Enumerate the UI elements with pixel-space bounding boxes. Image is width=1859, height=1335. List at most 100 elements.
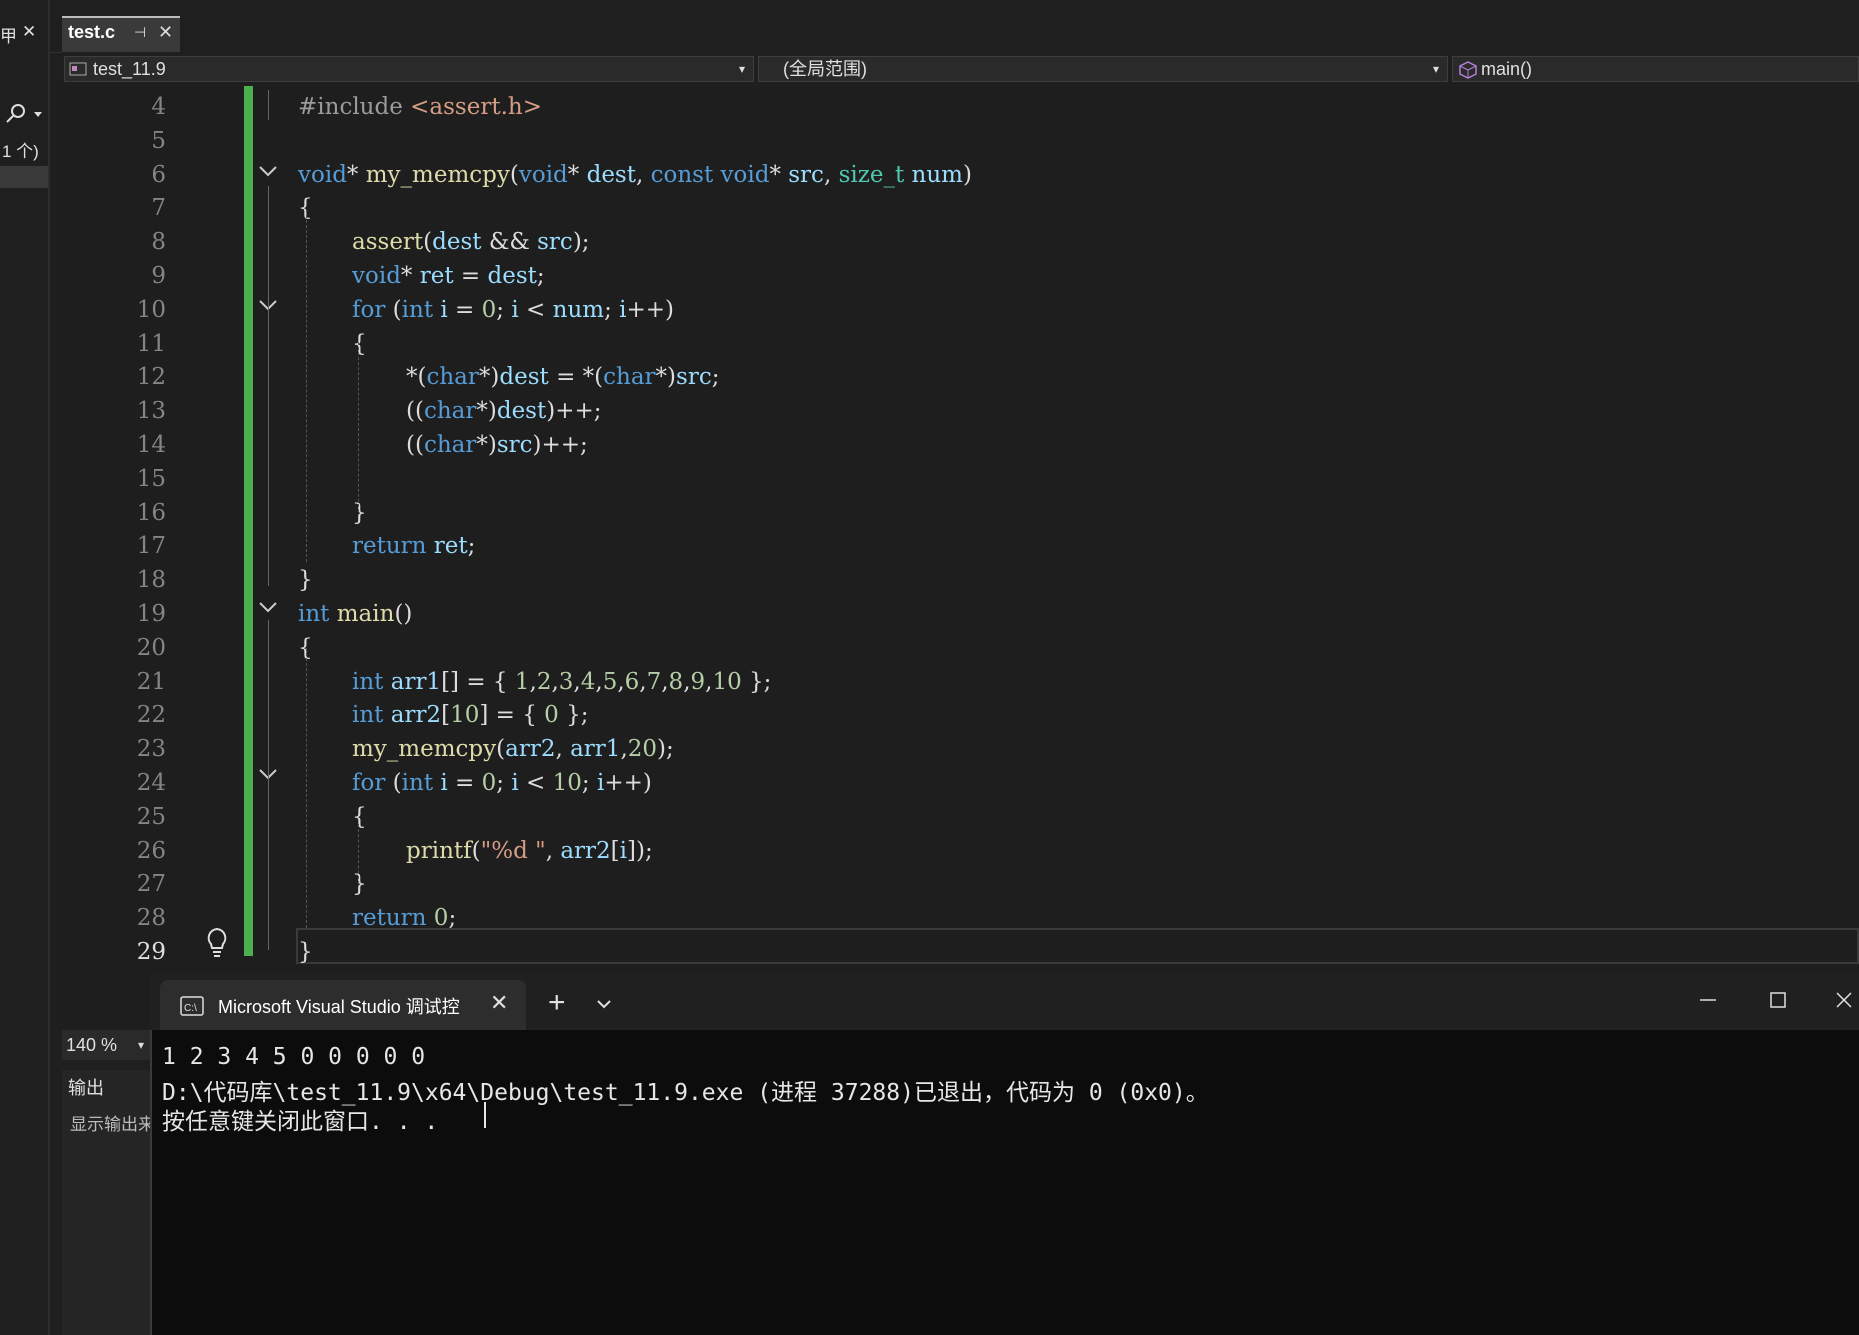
code-line[interactable]: ((char*)dest)++; bbox=[406, 398, 602, 424]
code-line[interactable]: { bbox=[352, 804, 367, 830]
line-number: 20 bbox=[136, 634, 166, 661]
line-number: 28 bbox=[136, 905, 166, 932]
document-tab-bar bbox=[50, 0, 1859, 53]
line-number: 8 bbox=[151, 229, 166, 256]
code-line[interactable]: int main() bbox=[298, 601, 412, 627]
line-number: 22 bbox=[136, 702, 166, 729]
project-icon bbox=[69, 62, 87, 76]
console-title: Microsoft Visual Studio 调试控 bbox=[218, 997, 460, 1017]
member-label: main() bbox=[1481, 59, 1533, 79]
chevron-down-icon: ▾ bbox=[138, 1038, 145, 1052]
output-tab[interactable]: 输出 bbox=[68, 1074, 104, 1100]
pin-icon[interactable]: ⊣ bbox=[134, 24, 146, 41]
tab-test-c[interactable]: test.c ⊣ ✕ bbox=[62, 16, 180, 52]
svg-text:C:\: C:\ bbox=[184, 1003, 197, 1014]
console-line: 按任意键关闭此窗口. . . bbox=[162, 1109, 439, 1135]
text-caret bbox=[484, 1102, 486, 1128]
close-icon[interactable]: ✕ bbox=[22, 22, 36, 42]
code-line[interactable]: return 0; bbox=[352, 905, 456, 931]
line-number: 24 bbox=[136, 770, 166, 796]
code-line[interactable]: ((char*)src)++; bbox=[406, 432, 588, 458]
scope-label: (全局范围) bbox=[783, 59, 867, 79]
lightbulb-icon[interactable] bbox=[204, 926, 230, 960]
line-number: 11 bbox=[136, 330, 166, 357]
line-number: 6 bbox=[151, 161, 166, 188]
line-number: 25 bbox=[136, 803, 166, 830]
line-number: 16 bbox=[136, 499, 166, 526]
project-label: test_11.9 bbox=[93, 59, 166, 79]
close-icon[interactable] bbox=[1832, 988, 1856, 1012]
code-line[interactable]: } bbox=[298, 939, 313, 965]
line-number: 27 bbox=[136, 871, 166, 898]
code-line[interactable]: *(char*)dest = *(char*)src; bbox=[406, 364, 719, 390]
line-number: 23 bbox=[136, 736, 166, 763]
line-number: 17 bbox=[136, 533, 166, 560]
scope-guide bbox=[268, 186, 269, 586]
chevron-down-icon: ▾ bbox=[1432, 62, 1439, 76]
code-line[interactable]: int arr2[10] = { 0 }; bbox=[352, 702, 589, 728]
code-line[interactable]: { bbox=[352, 331, 367, 357]
code-line[interactable]: #include <assert.h> bbox=[298, 94, 542, 120]
line-number: 10 bbox=[136, 296, 166, 323]
scope-guide bbox=[268, 90, 269, 120]
scope-guide bbox=[268, 620, 269, 950]
line-number: 29 bbox=[136, 939, 166, 965]
code-line[interactable]: void* my_memcpy(void* dest, const void* … bbox=[298, 162, 972, 188]
left-tool-strip: 甲 ✕ 1 个) bbox=[0, 0, 50, 1335]
zoom-label: 140 % bbox=[66, 1035, 118, 1055]
member-dropdown[interactable]: main() bbox=[1452, 56, 1859, 82]
zoom-dropdown[interactable]: 140 % ▾ bbox=[62, 1030, 152, 1060]
chevron-down-icon: ▾ bbox=[738, 62, 745, 76]
code-line[interactable]: my_memcpy(arr2, arr1,20); bbox=[352, 736, 674, 762]
scope-dropdown[interactable]: (全局范围) ▾ bbox=[758, 56, 1448, 82]
line-number: 15 bbox=[136, 465, 166, 492]
plus-icon[interactable]: + bbox=[548, 986, 566, 1020]
result-count: 1 个) bbox=[2, 142, 39, 161]
search-icon[interactable] bbox=[4, 102, 44, 124]
console-line: 1 2 3 4 5 0 0 0 0 0 bbox=[162, 1044, 426, 1070]
pin-glyph[interactable]: 甲 bbox=[0, 22, 17, 47]
code-line[interactable]: for (int i = 0; i < 10; i++) bbox=[352, 770, 652, 796]
line-number: 9 bbox=[151, 263, 166, 289]
code-line[interactable]: for (int i = 0; i < num; i++) bbox=[352, 297, 674, 323]
chevron-down-icon[interactable] bbox=[596, 998, 612, 1010]
code-line[interactable]: return ret; bbox=[352, 533, 475, 559]
cube-icon bbox=[1459, 61, 1477, 79]
console-tab[interactable]: C:\ Microsoft Visual Studio 调试控 ✕ bbox=[160, 980, 526, 1030]
line-number: 19 bbox=[136, 601, 166, 627]
code-editor[interactable] bbox=[62, 86, 1859, 1030]
line-number: 12 bbox=[136, 364, 166, 391]
current-line-highlight bbox=[296, 928, 1859, 964]
line-number: 26 bbox=[136, 837, 166, 864]
minimize-icon[interactable] bbox=[1696, 988, 1720, 1012]
fold-chevron-icon[interactable] bbox=[258, 164, 278, 178]
indent-guide bbox=[358, 824, 359, 884]
indent-guide bbox=[306, 648, 307, 928]
code-line[interactable]: void* ret = dest; bbox=[352, 263, 545, 289]
project-dropdown[interactable]: test_11.9 ▾ bbox=[64, 56, 754, 82]
close-icon[interactable]: ✕ bbox=[158, 22, 173, 43]
line-number: 4 bbox=[151, 94, 166, 120]
code-line[interactable]: } bbox=[352, 871, 367, 897]
code-line[interactable]: int arr1[] = { 1,2,3,4,5,6,7,8,9,10 }; bbox=[352, 669, 771, 695]
line-number: 5 bbox=[151, 127, 166, 154]
code-line[interactable]: } bbox=[352, 500, 367, 526]
code-line[interactable]: printf("%d ", arr2[i]); bbox=[406, 838, 653, 864]
indent-guide bbox=[358, 342, 359, 512]
navigation-bar: test_11.9 ▾ (全局范围) ▾ main() bbox=[62, 52, 1859, 87]
code-line[interactable]: } bbox=[298, 567, 313, 593]
line-number: 21 bbox=[136, 668, 166, 695]
code-line[interactable]: assert(dest && src); bbox=[352, 229, 590, 255]
maximize-icon[interactable] bbox=[1766, 988, 1790, 1012]
tab-label: test.c bbox=[68, 22, 116, 42]
result-row[interactable] bbox=[0, 166, 48, 188]
line-number: 14 bbox=[136, 432, 166, 458]
terminal-icon: C:\ bbox=[180, 996, 204, 1016]
line-number: 7 bbox=[151, 195, 166, 222]
output-panel: 输出 显示输出来 bbox=[62, 1070, 155, 1335]
show-output-label: 显示输出来 bbox=[70, 1115, 155, 1134]
close-icon[interactable]: ✕ bbox=[490, 990, 508, 1016]
fold-chevron-icon[interactable] bbox=[258, 600, 278, 614]
change-indicator-bar bbox=[244, 86, 253, 956]
line-number: 13 bbox=[136, 398, 166, 425]
